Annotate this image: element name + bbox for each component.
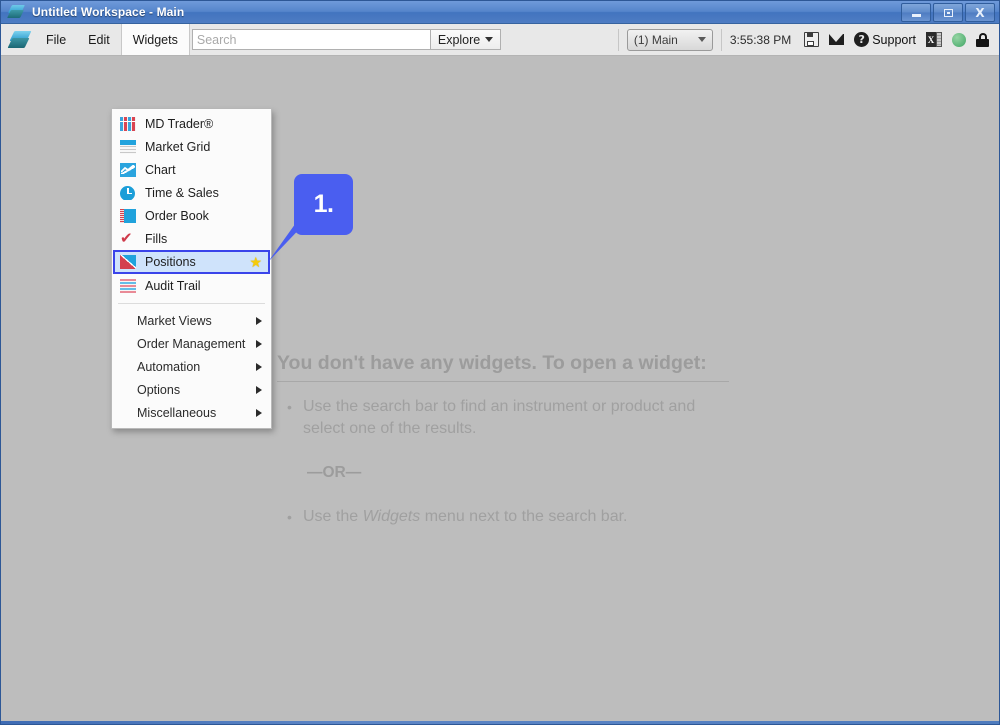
tt-diamond-logo-icon	[7, 30, 32, 49]
menu-item-label: Market Grid	[145, 139, 211, 154]
time-and-sales-icon	[120, 185, 136, 200]
empty-state-message: You don't have any widgets. To open a wi…	[277, 352, 729, 530]
title-bar: Untitled Workspace - Main X	[1, 1, 999, 24]
callout-badge-1: 1.	[294, 174, 353, 235]
workspace-selector-label: (1) Main	[633, 32, 678, 47]
help-icon: ?	[854, 32, 870, 47]
menu-item-chart[interactable]: Chart	[112, 158, 271, 181]
application-window: Untitled Workspace - Main X File Edit Wi…	[0, 0, 1000, 725]
menu-item-market-views[interactable]: Market Views	[112, 309, 271, 332]
menu-item-automation[interactable]: Automation	[112, 355, 271, 378]
excel-export-button[interactable]: X	[926, 32, 942, 47]
menu-item-miscellaneous[interactable]: Miscellaneous	[112, 401, 271, 424]
menu-widgets[interactable]: Widgets	[120, 24, 190, 55]
menu-item-label: Market Views	[137, 313, 212, 328]
callout-number: 1.	[313, 190, 334, 218]
menu-item-label: Options	[137, 382, 181, 397]
list-item: Use the Widgets menu next to the search …	[287, 506, 729, 528]
menu-item-market-grid[interactable]: Market Grid	[112, 135, 271, 158]
lock-icon	[976, 32, 989, 47]
order-book-icon	[120, 208, 136, 223]
close-icon: X	[975, 5, 985, 20]
close-button[interactable]: X	[965, 3, 995, 22]
menu-item-label: Fills	[145, 231, 168, 246]
menu-item-md-trader[interactable]: MD Trader®	[112, 112, 271, 135]
menu-item-options[interactable]: Options	[112, 378, 271, 401]
chart-icon	[120, 162, 136, 177]
menu-item-label: MD Trader®	[145, 116, 214, 131]
chevron-down-icon	[697, 37, 706, 42]
menu-item-audit-trail[interactable]: Audit Trail	[112, 274, 271, 297]
excel-glyph: X	[926, 32, 936, 47]
bullet-2-emphasis: Widgets	[362, 508, 421, 525]
chevron-right-icon	[256, 339, 262, 348]
divider	[720, 28, 722, 51]
menu-item-label: Audit Trail	[145, 278, 201, 293]
menu-edit[interactable]: Edit	[77, 24, 121, 55]
chevron-right-icon	[256, 408, 262, 417]
bullet-2-prefix: Use the	[303, 508, 363, 525]
chevron-right-icon	[256, 362, 262, 371]
restore-button[interactable]	[933, 3, 963, 22]
menu-divider	[118, 303, 265, 304]
menu-item-fills[interactable]: Fills	[112, 227, 271, 250]
minimize-icon	[911, 13, 921, 17]
divider	[617, 28, 619, 51]
connection-status-indicator[interactable]	[952, 32, 966, 47]
menu-file[interactable]: File	[35, 24, 77, 55]
toolbar-right-group: (1) Main 3:55:38 PM ? Support X	[610, 24, 999, 55]
minimize-button[interactable]	[901, 3, 931, 22]
chevron-down-icon	[485, 37, 494, 42]
workspace-selector[interactable]: (1) Main	[626, 28, 713, 51]
connection-status-icon	[952, 32, 966, 47]
mail-icon	[829, 34, 845, 45]
search-input[interactable]	[191, 29, 430, 50]
md-trader-icon	[120, 116, 136, 131]
market-grid-icon	[120, 139, 136, 154]
chevron-right-icon	[256, 385, 262, 394]
save-icon	[804, 32, 820, 47]
menu-item-order-management[interactable]: Order Management	[112, 332, 271, 355]
excel-export-icon: X	[926, 32, 942, 47]
chevron-right-icon	[256, 316, 262, 325]
empty-state-or: —OR—	[307, 464, 362, 481]
explore-button[interactable]: Explore	[429, 29, 502, 50]
save-button[interactable]	[804, 32, 820, 47]
lock-button[interactable]	[976, 32, 989, 47]
workspace-canvas: You don't have any widgets. To open a wi…	[1, 56, 999, 721]
menu-item-label: Positions	[145, 255, 196, 269]
main-toolbar: File Edit Widgets Explore (1) Main 3:55:…	[1, 24, 999, 56]
favorite-star-icon[interactable]: ★	[249, 255, 262, 269]
support-label: Support	[872, 32, 916, 47]
explore-label: Explore	[437, 32, 481, 47]
restore-icon	[943, 8, 953, 17]
audit-trail-icon	[120, 278, 136, 293]
fills-icon	[120, 231, 136, 246]
mail-button[interactable]	[829, 34, 845, 45]
widgets-dropdown-menu: MD Trader® Market Grid Chart Time & Sale…	[111, 109, 272, 429]
bullet-2-suffix: menu next to the search bar.	[420, 508, 628, 525]
support-button[interactable]: ? Support	[854, 32, 916, 47]
list-item: Use the search bar to find an instrument…	[287, 396, 729, 440]
menu-item-positions[interactable]: Positions ★	[113, 250, 270, 274]
tt-diamond-logo-icon	[7, 5, 25, 19]
empty-state-list: Use the search bar to find an instrument…	[277, 396, 729, 528]
menu-item-label: Order Book	[145, 208, 209, 223]
empty-state-title: You don't have any widgets. To open a wi…	[277, 352, 729, 382]
menu-item-order-book[interactable]: Order Book	[112, 204, 271, 227]
menu-item-label: Chart	[145, 162, 176, 177]
menu-item-time-and-sales[interactable]: Time & Sales	[112, 181, 271, 204]
positions-icon	[120, 255, 136, 269]
search-area: Explore	[191, 29, 502, 50]
clock: 3:55:38 PM	[729, 32, 792, 47]
menu-item-label: Time & Sales	[145, 185, 219, 200]
window-title: Untitled Workspace - Main	[32, 5, 185, 19]
window-controls: X	[901, 3, 995, 22]
menu-item-label: Miscellaneous	[137, 405, 217, 420]
menu-item-label: Order Management	[137, 336, 246, 351]
menu-item-label: Automation	[137, 359, 201, 374]
